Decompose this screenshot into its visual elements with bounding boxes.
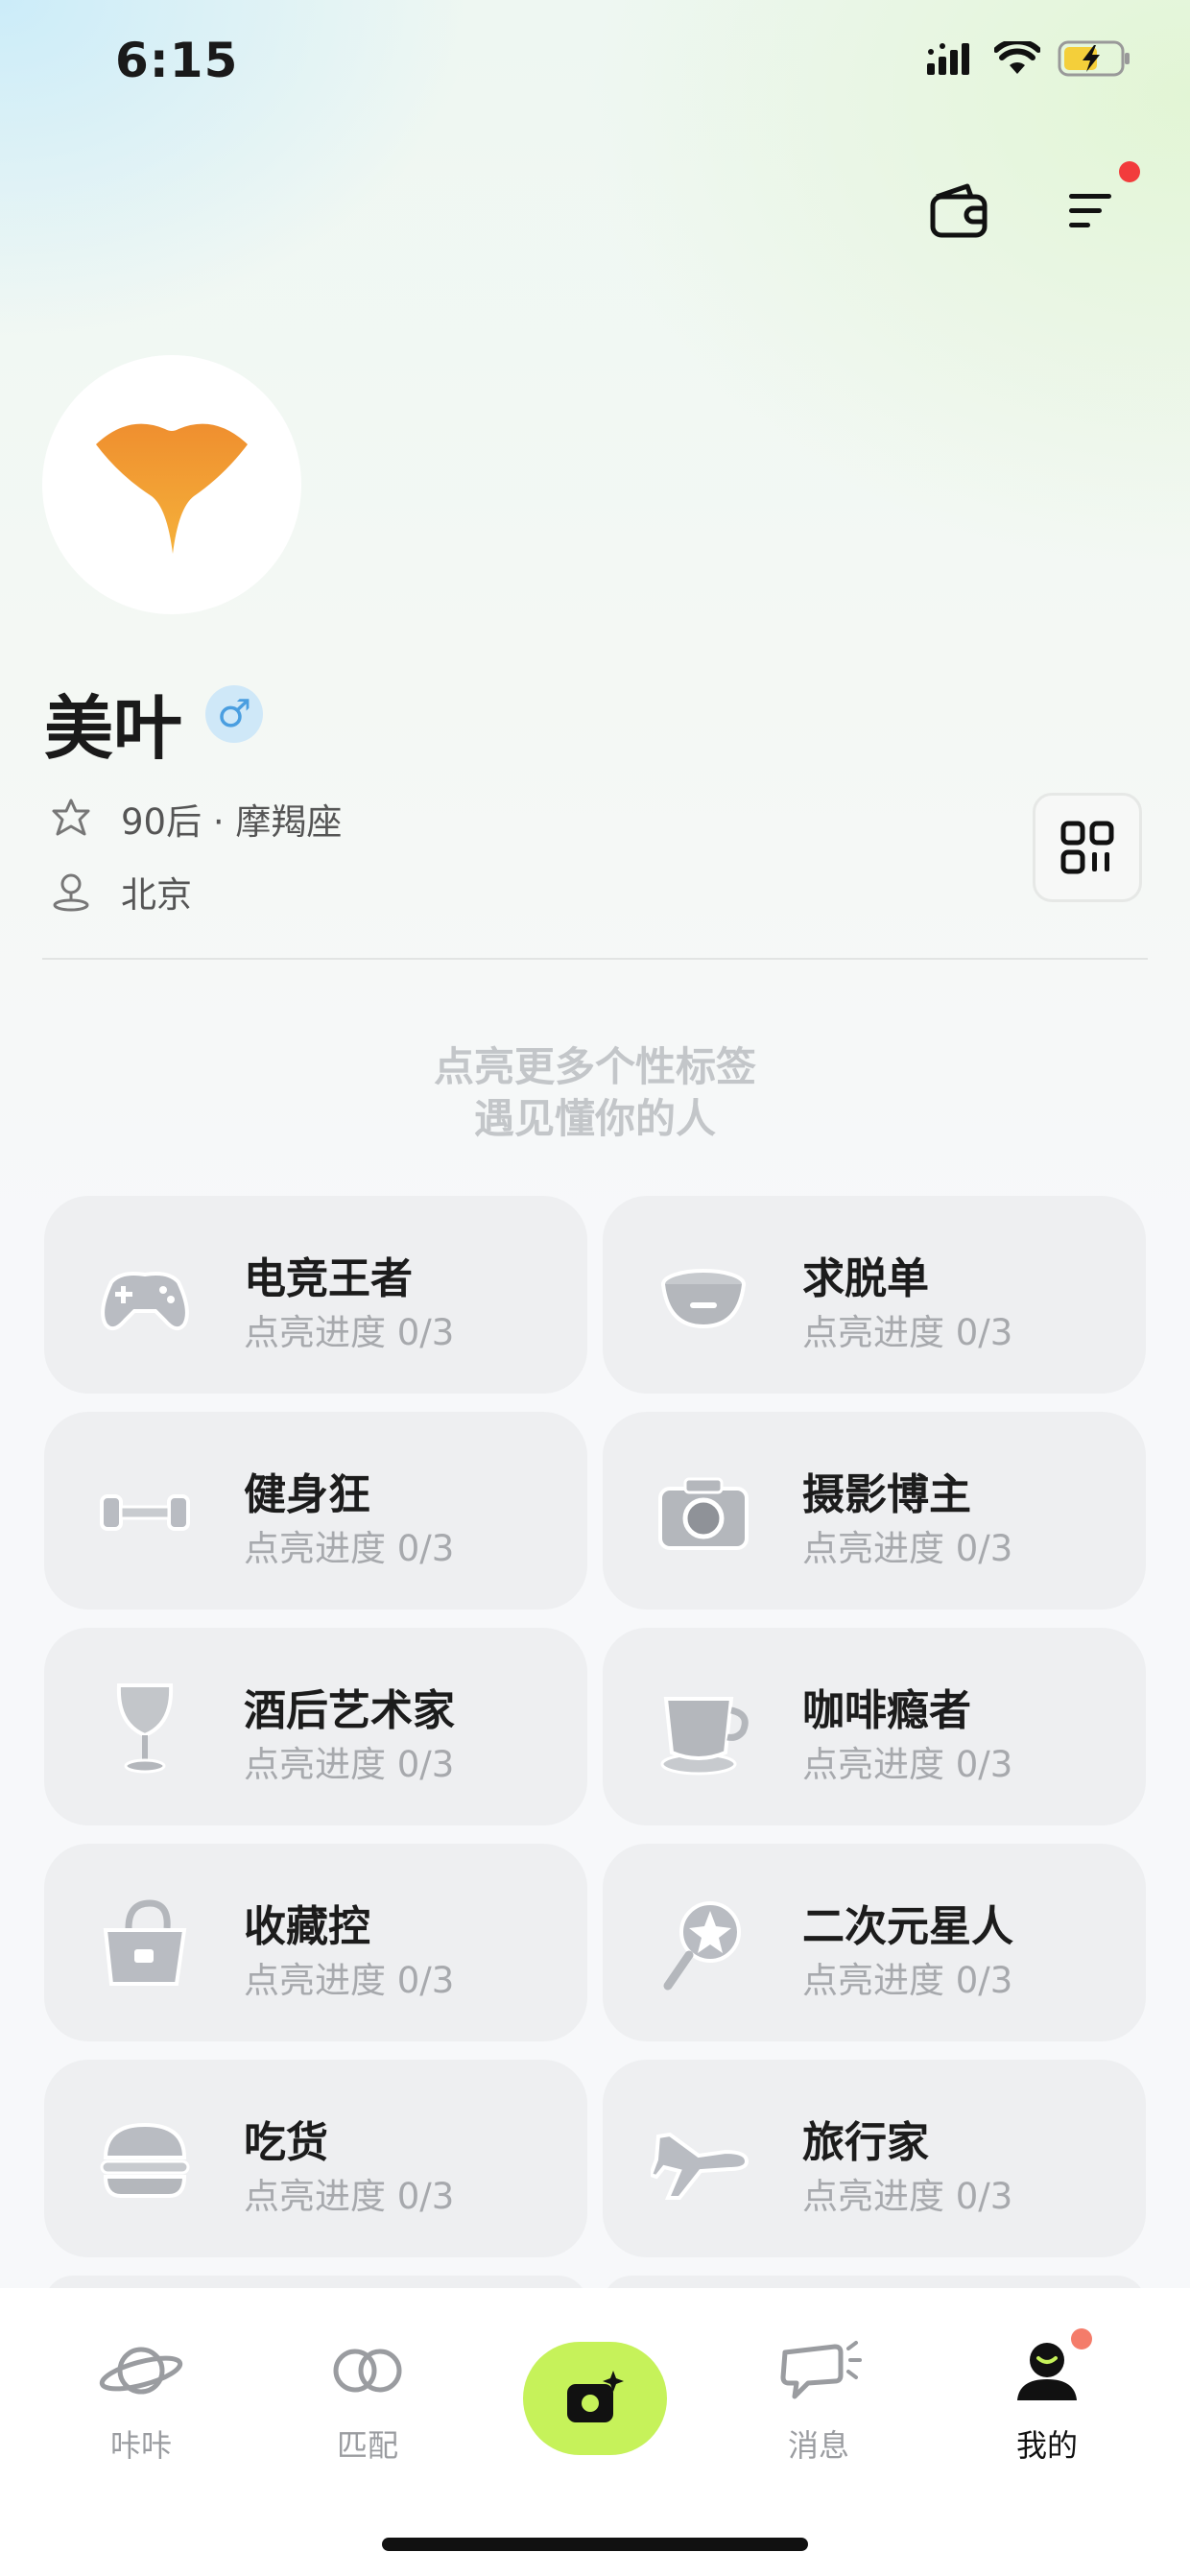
tag-card-photography[interactable]: 摄影博主 点亮进度 0/3 xyxy=(603,1412,1146,1610)
me-notification-badge xyxy=(1071,2328,1092,2349)
section-divider xyxy=(42,958,1148,960)
gender-badge: ♂ xyxy=(205,685,263,743)
rings-icon xyxy=(333,2349,402,2393)
nav-label: 咔咔 xyxy=(109,2427,172,2464)
planet-icon xyxy=(99,2347,183,2395)
status-time: 6:15 xyxy=(115,33,239,88)
tag-card-coffee[interactable]: 咖啡瘾者 点亮进度 0/3 xyxy=(603,1628,1146,1825)
signal-icon xyxy=(927,43,969,75)
ginkgo-leaf-icon xyxy=(96,423,248,554)
chat-bubble-icon xyxy=(780,2341,862,2399)
tag-card-fitness[interactable]: 健身狂 点亮进度 0/3 xyxy=(44,1412,587,1610)
coffee-cup-icon xyxy=(660,1697,749,1776)
tag-card-collector[interactable]: 收藏控 点亮进度 0/3 xyxy=(44,1844,587,2041)
camera-sparkle-icon xyxy=(567,2371,624,2422)
tag-title: 咖啡瘾者 xyxy=(802,1686,971,1735)
nav-item-match[interactable]: 匹配 xyxy=(296,2337,440,2466)
tag-progress: 点亮进度 0/3 xyxy=(802,1960,1013,2001)
menu-button[interactable] xyxy=(1054,173,1130,250)
tag-card-travel[interactable]: 旅行家 点亮进度 0/3 xyxy=(603,2060,1146,2257)
home-indicator xyxy=(382,2538,808,2551)
menu-icon xyxy=(1069,194,1111,227)
wallet-icon xyxy=(930,183,988,238)
tag-progress: 点亮进度 0/3 xyxy=(244,1528,455,1569)
airplane-icon xyxy=(651,2132,750,2200)
tag-progress: 点亮进度 0/3 xyxy=(802,2176,1013,2217)
hint-line-2: 遇见懂你的人 xyxy=(473,1095,716,1142)
pet-bowl-icon xyxy=(661,1269,746,1329)
camera-icon xyxy=(658,1477,749,1550)
qr-code-icon xyxy=(1060,821,1114,874)
nav-camera-button[interactable] xyxy=(523,2342,667,2455)
hint-line-1: 点亮更多个性标签 xyxy=(433,1043,756,1090)
wine-glass-icon xyxy=(116,1683,174,1774)
profile-name: 美叶 xyxy=(44,688,183,769)
tag-card-foodie[interactable]: 吃货 点亮进度 0/3 xyxy=(44,2060,587,2257)
star-icon xyxy=(52,799,90,836)
nav-label: 消息 xyxy=(787,2427,849,2464)
qr-code-button[interactable] xyxy=(1033,793,1142,902)
gamepad-icon xyxy=(101,1272,189,1331)
location-row: 北京 xyxy=(50,866,192,918)
tag-card-gaming[interactable]: 电竞王者 点亮进度 0/3 xyxy=(44,1196,587,1394)
birth-info-row: 90后 · 摩羯座 xyxy=(50,793,342,845)
tag-progress: 点亮进度 0/3 xyxy=(802,1744,1013,1785)
handbag-icon xyxy=(103,1899,187,1986)
dumbbell-icon xyxy=(100,1494,190,1531)
wifi-icon xyxy=(994,41,1040,74)
tag-title: 健身狂 xyxy=(244,1470,370,1519)
menu-notification-badge xyxy=(1119,161,1140,182)
tag-card-dating[interactable]: 求脱单 点亮进度 0/3 xyxy=(603,1196,1146,1394)
tag-title: 电竞王者 xyxy=(244,1254,413,1303)
tag-progress: 点亮进度 0/3 xyxy=(802,1528,1013,1569)
burger-icon xyxy=(100,2122,190,2198)
avatar[interactable] xyxy=(42,355,301,614)
tag-progress: 点亮进度 0/3 xyxy=(802,1312,1013,1353)
tag-title: 二次元星人 xyxy=(802,1902,1013,1951)
nav-label: 匹配 xyxy=(336,2427,398,2464)
tag-title: 摄影博主 xyxy=(802,1470,971,1519)
battery-icon xyxy=(1058,40,1130,77)
tag-title: 吃货 xyxy=(244,2118,328,2167)
nav-label: 我的 xyxy=(1015,2427,1078,2464)
tag-title: 旅行家 xyxy=(802,2118,929,2167)
tag-progress: 点亮进度 0/3 xyxy=(244,1744,455,1785)
tag-progress: 点亮进度 0/3 xyxy=(244,2176,455,2217)
tag-card-wine[interactable]: 酒后艺术家 点亮进度 0/3 xyxy=(44,1628,587,1825)
nav-item-messages[interactable]: 消息 xyxy=(747,2337,891,2466)
tag-progress: 点亮进度 0/3 xyxy=(244,1312,455,1353)
location-pin-icon xyxy=(53,873,89,912)
status-icons xyxy=(927,40,1132,77)
tag-title: 收藏控 xyxy=(244,1902,370,1951)
nav-item-me[interactable]: 我的 xyxy=(975,2337,1119,2466)
wallet-button[interactable] xyxy=(921,173,998,250)
location-text: 北京 xyxy=(121,874,192,916)
tag-title: 酒后艺术家 xyxy=(244,1686,455,1735)
birth-info-text: 90后 · 摩羯座 xyxy=(121,801,343,843)
tag-title: 求脱单 xyxy=(802,1254,929,1303)
nav-item-kaka[interactable]: 咔咔 xyxy=(69,2337,213,2466)
tag-progress: 点亮进度 0/3 xyxy=(244,1960,455,2001)
magic-wand-icon xyxy=(663,1901,741,1991)
tag-card-anime[interactable]: 二次元星人 点亮进度 0/3 xyxy=(603,1844,1146,2041)
